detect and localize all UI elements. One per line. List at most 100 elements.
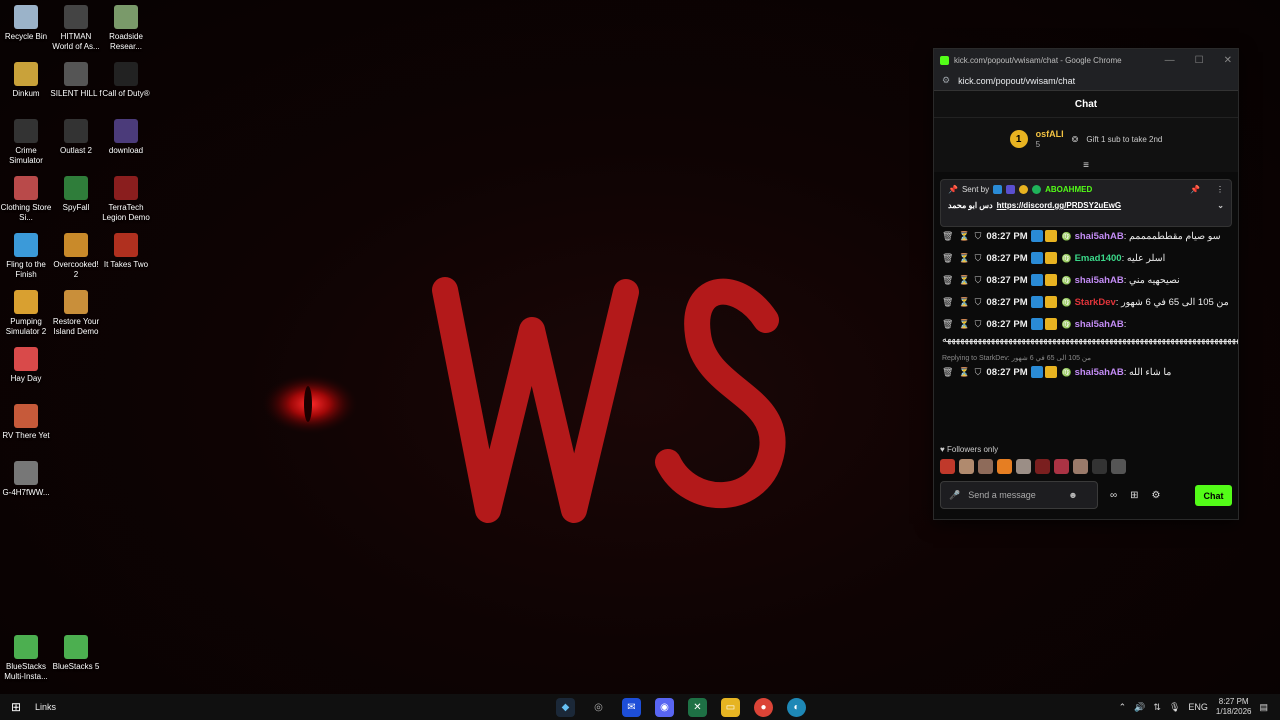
delete-icon[interactable]: 🗑	[942, 253, 953, 263]
network-icon[interactable]: ⇅	[1153, 702, 1161, 713]
desktop-icon[interactable]: Roadside Resear...	[100, 5, 152, 52]
kick-coins-icon[interactable]: ∞	[1110, 490, 1117, 501]
edge-icon[interactable]: ◐	[787, 697, 806, 717]
minimize-icon[interactable]: —	[1165, 55, 1175, 66]
message-user[interactable]: StarkDev	[1075, 297, 1116, 308]
close-icon[interactable]: ✕	[1224, 55, 1232, 66]
gear-icon[interactable]: ⚙	[1152, 490, 1161, 501]
links-toolbar[interactable]: Links	[35, 702, 56, 712]
timeout-icon[interactable]: ⏳	[958, 319, 969, 329]
pinned-message[interactable]: 📌 Sent by ABOAHMED 📌 ⋮ دس ابو محمد https…	[940, 179, 1232, 227]
message-user[interactable]: shai5ahAB	[1075, 275, 1124, 286]
desktop-icon[interactable]: SILENT HILL f	[50, 62, 102, 99]
ban-icon[interactable]: ⛉	[975, 275, 982, 285]
windows-start-icon[interactable]: ⊞	[0, 700, 32, 714]
desktop-icon[interactable]: Hay Day	[0, 347, 52, 384]
timeout-icon[interactable]: ⏳	[958, 297, 969, 307]
volume-icon[interactable]: 🔊	[1134, 702, 1145, 713]
store-icon[interactable]: ⊞	[1130, 490, 1138, 501]
message-input[interactable]	[968, 490, 1069, 500]
chevron-up-icon[interactable]: ⌃	[1119, 702, 1127, 713]
desktop-icon[interactable]: Dinkum	[0, 62, 52, 99]
site-info-icon[interactable]: ⚙	[942, 75, 950, 86]
desktop-icon[interactable]: RV There Yet	[0, 404, 52, 441]
delete-icon[interactable]: 🗑	[942, 275, 953, 285]
desktop-icon[interactable]: Restore Your Island Demo	[50, 290, 102, 337]
emote-row[interactable]	[940, 459, 1126, 474]
lang-indicator[interactable]: ENG	[1188, 702, 1208, 712]
emote[interactable]	[997, 459, 1012, 474]
ban-icon[interactable]: ⛉	[975, 319, 982, 329]
desktop-icon[interactable]: download	[100, 119, 152, 156]
chat-messages[interactable]: 🗑 ⏳ ⛉ 08:27 PM ♍ shai5ahAB: سو صيام مقططممممم…	[934, 229, 1238, 439]
chat-message[interactable]: 🗑 ⏳ ⛉ 08:27 PM ♍ shai5ahAB: سو صيام مقططممممم	[942, 229, 1230, 244]
desktop-icon[interactable]: Recycle Bin	[0, 5, 52, 42]
delete-icon[interactable]: 🗑	[942, 231, 953, 241]
emote[interactable]	[1092, 459, 1107, 474]
ban-icon[interactable]: ⛉	[975, 231, 982, 241]
chevron-down-icon[interactable]: ⌄	[1217, 201, 1224, 210]
message-user[interactable]: shai5ahAB	[1075, 231, 1124, 242]
timeout-icon[interactable]: ⏳	[958, 275, 969, 285]
desktop-icon[interactable]: BlueStacks 5	[50, 635, 102, 672]
message-user[interactable]: Emad1400	[1075, 253, 1122, 264]
emote[interactable]	[940, 459, 955, 474]
desktop-icon[interactable]: Call of Duty®	[100, 62, 152, 99]
emote[interactable]	[1016, 459, 1031, 474]
unpin-icon[interactable]: 📌	[1190, 185, 1200, 194]
timeout-icon[interactable]: ⏳	[958, 231, 969, 241]
excel-icon[interactable]: ✕	[688, 697, 707, 717]
timeout-icon[interactable]: ⏳	[958, 253, 969, 263]
desktop-icon[interactable]: BlueStacks Multi-Insta...	[0, 635, 52, 682]
desktop-icon[interactable]: Crime Simulator	[0, 119, 52, 166]
emote[interactable]	[1111, 459, 1126, 474]
desktop-icon[interactable]: Pumping Simulator 2	[0, 290, 52, 337]
emote[interactable]	[959, 459, 974, 474]
gift-leader[interactable]: 1 osfALI 5 ❂ Gift 1 sub to take 2nd	[934, 118, 1238, 160]
clock[interactable]: 8:27 PM 1/18/2026	[1216, 697, 1252, 717]
message-user[interactable]: shai5ahAB	[1075, 319, 1124, 330]
discord-icon[interactable]: ◉	[655, 697, 674, 717]
send-chat-button[interactable]: Chat	[1195, 485, 1232, 506]
pinned-sender[interactable]: ABOAHMED	[1045, 185, 1092, 194]
more-icon[interactable]: ⋮	[1216, 185, 1224, 194]
file-explorer-icon[interactable]: ▭	[721, 697, 740, 717]
message-input-box[interactable]: 🎤 ☻	[940, 481, 1098, 509]
titlebar[interactable]: kick.com/popout/vwisam/chat - Google Chr…	[934, 49, 1238, 71]
desktop-icon[interactable]: Overcooked! 2	[50, 233, 102, 280]
emoji-icon[interactable]: ☻	[1068, 490, 1077, 500]
chat-message[interactable]: 🗑 ⏳ ⛉ 08:27 PM ♍ shai5ahAB: نصيحهيه مني	[942, 273, 1230, 288]
chat-message[interactable]: 🗑 ⏳ ⛉ 08:27 PM ♍ Emad1400: اسلر عليه	[942, 251, 1230, 266]
emote[interactable]	[1035, 459, 1050, 474]
pinned-link[interactable]: https://discord.gg/PRDSY2uEwG	[997, 201, 1121, 210]
ban-icon[interactable]: ⛉	[975, 297, 982, 307]
app-icon[interactable]: ◎	[589, 698, 608, 717]
chrome-window[interactable]: kick.com/popout/vwisam/chat - Google Chr…	[933, 48, 1239, 520]
desktop-icon[interactable]: SpyFall	[50, 176, 102, 213]
emote[interactable]	[1073, 459, 1088, 474]
desktop-icon[interactable]: It Takes Two	[100, 233, 152, 270]
maximize-icon[interactable]: ☐	[1195, 55, 1204, 66]
steam-icon[interactable]: ◆	[556, 697, 575, 717]
emote[interactable]	[978, 459, 993, 474]
desktop-icon[interactable]: Fling to the Finish	[0, 233, 52, 280]
chat-message[interactable]: 🗑 ⏳ ⛉ 08:27 PM ♍ shai5ahAB: ههههههههههههههههه…	[942, 317, 1238, 347]
message-user[interactable]: shai5ahAB	[1075, 367, 1124, 378]
delete-icon[interactable]: 🗑	[942, 297, 953, 307]
chat-message[interactable]: 🗑 ⏳ ⛉ 08:27 PM ♍ shai5ahAB: ما شاء الله	[942, 365, 1230, 380]
delete-icon[interactable]: 🗑	[942, 367, 953, 377]
emote[interactable]	[1054, 459, 1069, 474]
timeout-icon[interactable]: ⏳	[958, 367, 969, 377]
ban-icon[interactable]: ⛉	[975, 253, 982, 263]
chrome-icon[interactable]: ●	[754, 697, 773, 717]
desktop-icon[interactable]: Clothing Store Si...	[0, 176, 52, 223]
outlook-icon[interactable]: ✉	[622, 697, 641, 717]
delete-icon[interactable]: 🗑	[942, 319, 953, 329]
desktop-icon[interactable]: G-4H7fWW...	[0, 461, 52, 498]
filter-icon[interactable]: ≡	[934, 160, 1238, 172]
chat-message[interactable]: 🗑 ⏳ ⛉ 08:27 PM ♍ StarkDev: من 105 الى 65 في 6…	[942, 295, 1230, 310]
notification-icon[interactable]: ▤	[1259, 702, 1268, 713]
microphone-icon[interactable]: 🎙	[1169, 702, 1180, 713]
desktop-icon[interactable]: Outlast 2	[50, 119, 102, 156]
desktop-icon[interactable]: HITMAN World of As...	[50, 5, 102, 52]
